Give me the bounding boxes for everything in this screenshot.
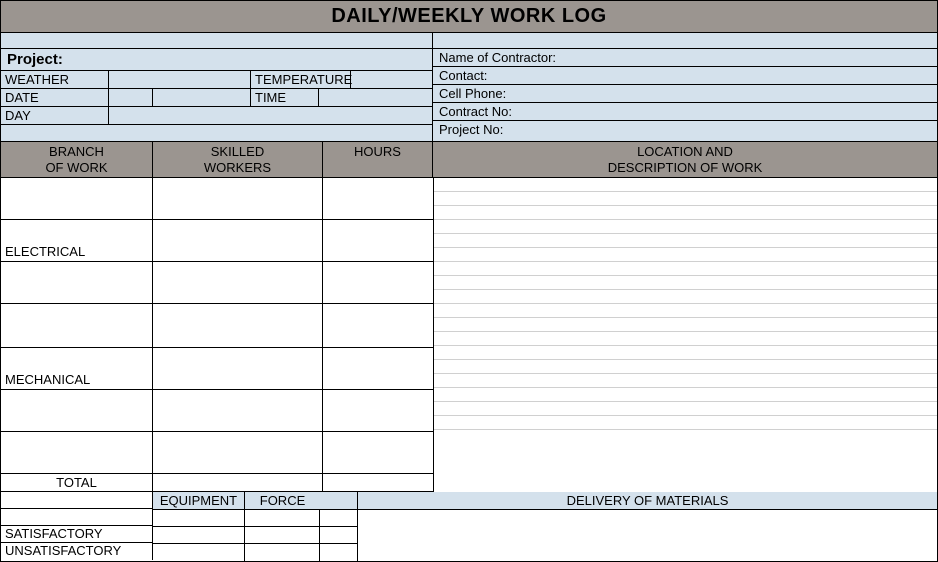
info-right: Name of Contractor: Contact: Cell Phone:…	[433, 33, 937, 141]
temperature-value[interactable]	[351, 71, 432, 88]
bottom-right: DELIVERY OF MATERIALS	[358, 492, 937, 561]
total-skilled[interactable]	[153, 474, 323, 491]
work-row	[1, 262, 433, 304]
eq-row[interactable]	[153, 544, 358, 561]
hours-cell[interactable]	[323, 178, 433, 219]
branch-cell[interactable]	[1, 304, 153, 347]
header-branch: BRANCH OF WORK	[1, 142, 153, 177]
bottom-section: SATISFACTORY UNSATISFACTORY EQUIPMENT FO…	[1, 492, 937, 561]
work-row	[1, 390, 433, 432]
skilled-cell[interactable]	[153, 178, 323, 219]
hours-cell[interactable]	[323, 220, 433, 261]
time-value[interactable]	[319, 89, 432, 106]
spacer	[1, 33, 432, 49]
contractor-label: Name of Contractor:	[433, 49, 937, 67]
branch-cell[interactable]	[1, 262, 153, 303]
bottom-left: SATISFACTORY UNSATISFACTORY	[1, 492, 153, 561]
day-row: DAY	[1, 107, 432, 125]
total-row: TOTAL	[1, 474, 433, 492]
column-headers: BRANCH OF WORK SKILLED WORKERS HOURS LOC…	[1, 141, 937, 178]
delivery-header: DELIVERY OF MATERIALS	[358, 492, 937, 510]
skilled-cell[interactable]	[153, 220, 323, 261]
lined-description[interactable]	[434, 178, 937, 430]
contractno-label: Contract No:	[433, 103, 937, 121]
unsatisfactory-label: UNSATISFACTORY	[1, 543, 153, 560]
branch-cell[interactable]	[1, 390, 153, 431]
work-log-form: DAILY/WEEKLY WORK LOG Project: WEATHER T…	[0, 0, 938, 562]
empty-cell[interactable]	[1, 492, 153, 509]
description-area	[433, 178, 937, 492]
work-row: ELECTRICAL	[1, 220, 433, 262]
skilled-cell[interactable]	[153, 348, 323, 389]
skilled-cell[interactable]	[153, 304, 323, 347]
temperature-label: TEMPERATURE	[251, 71, 351, 88]
cellphone-label: Cell Phone:	[433, 85, 937, 103]
total-label: TOTAL	[1, 474, 153, 491]
contact-label: Contact:	[433, 67, 937, 85]
weather-value[interactable]	[109, 71, 251, 88]
date-value-1[interactable]	[109, 89, 153, 106]
weather-label: WEATHER	[1, 71, 109, 88]
eq-row[interactable]	[153, 527, 358, 544]
force-header: FORCE	[245, 492, 320, 509]
info-section: Project: WEATHER TEMPERATURE DATE TIME D…	[1, 33, 937, 141]
branch-cell[interactable]	[1, 432, 153, 473]
skilled-cell[interactable]	[153, 432, 323, 473]
main-body: ELECTRICAL MECHANICAL	[1, 178, 937, 492]
hours-cell[interactable]	[323, 262, 433, 303]
hours-cell[interactable]	[323, 348, 433, 389]
header-skilled: SKILLED WORKERS	[153, 142, 323, 177]
hours-cell[interactable]	[323, 390, 433, 431]
branch-cell[interactable]: ELECTRICAL	[1, 220, 153, 261]
delivery-body[interactable]	[358, 510, 937, 544]
info-left: Project: WEATHER TEMPERATURE DATE TIME D…	[1, 33, 433, 141]
work-row: MECHANICAL	[1, 348, 433, 390]
date-value-2[interactable]	[153, 89, 251, 106]
bottom-mid: EQUIPMENT FORCE	[153, 492, 358, 561]
branch-cell[interactable]	[1, 178, 153, 219]
eq-row[interactable]	[153, 510, 358, 527]
day-value[interactable]	[109, 107, 432, 124]
branch-cell[interactable]: MECHANICAL	[1, 348, 153, 389]
day-label: DAY	[1, 107, 109, 124]
date-label: DATE	[1, 89, 109, 106]
date-row: DATE TIME	[1, 89, 432, 107]
hours-cell[interactable]	[323, 432, 433, 473]
empty-cell[interactable]	[1, 509, 153, 526]
header-hours: HOURS	[323, 142, 433, 177]
skilled-cell[interactable]	[153, 390, 323, 431]
spacer	[1, 125, 432, 141]
project-label: Project:	[1, 49, 432, 71]
eq-header: EQUIPMENT FORCE	[153, 492, 358, 510]
header-location: LOCATION AND DESCRIPTION OF WORK	[433, 142, 937, 177]
work-row	[1, 432, 433, 474]
weather-row: WEATHER TEMPERATURE	[1, 71, 432, 89]
form-title: DAILY/WEEKLY WORK LOG	[1, 1, 937, 33]
equipment-header: EQUIPMENT	[153, 492, 245, 509]
blank-description[interactable]	[434, 430, 937, 472]
spacer	[433, 33, 937, 49]
time-label: TIME	[251, 89, 319, 106]
work-row	[1, 304, 433, 348]
skilled-cell[interactable]	[153, 262, 323, 303]
work-row	[1, 178, 433, 220]
projectno-label: Project No:	[433, 121, 937, 138]
hours-cell[interactable]	[323, 304, 433, 347]
work-table: ELECTRICAL MECHANICAL	[1, 178, 433, 492]
total-hours[interactable]	[323, 474, 433, 491]
